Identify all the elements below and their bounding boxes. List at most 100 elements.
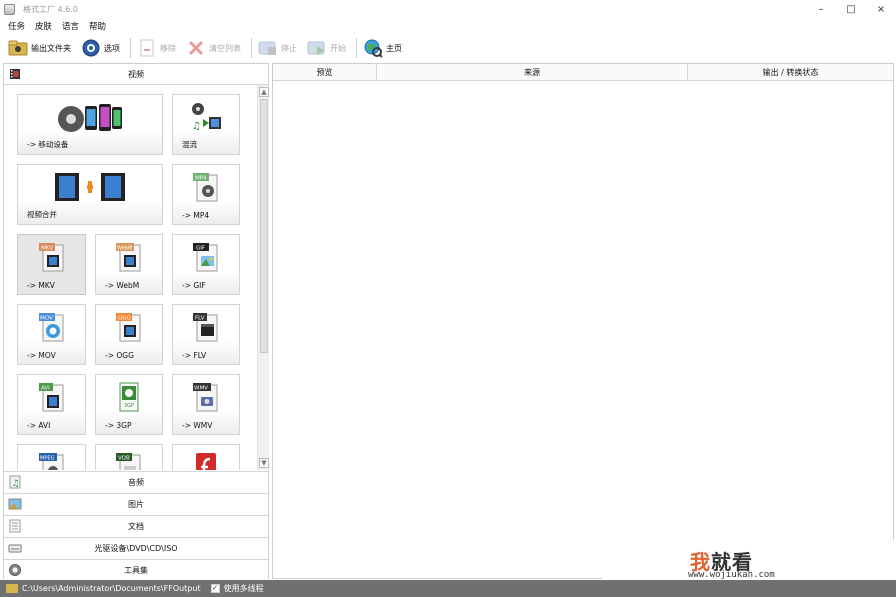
stop-button[interactable]: 停止	[258, 36, 297, 60]
svg-text:MOV: MOV	[40, 316, 53, 322]
category-panel: 视频 -> 移动设备 ♫ 混流 视频合并 MP4 -> MP4 MKV -> M…	[3, 63, 269, 581]
menu-language[interactable]: 语言	[62, 20, 79, 32]
tile-flv[interactable]: FLV -> FLV	[172, 304, 240, 365]
column-preview[interactable]: 预览	[273, 64, 377, 80]
flv-file-icon: FLV	[193, 313, 218, 342]
tile-video-join[interactable]: 视频合并	[17, 164, 163, 225]
toolbar-separator	[130, 38, 131, 58]
category-tools[interactable]: 工具集	[4, 559, 268, 581]
picture-icon	[8, 497, 22, 511]
tile-mobile-device[interactable]: -> 移动设备	[17, 94, 163, 155]
svg-text:VOB: VOB	[118, 456, 130, 462]
remove-icon	[137, 38, 157, 58]
output-folder-button[interactable]: 输出文件夹	[8, 36, 71, 60]
svg-text:WebM: WebM	[117, 246, 132, 252]
tile-mux[interactable]: ♫ 混流	[172, 94, 240, 155]
multithread-checkbox[interactable]: ✓	[210, 584, 220, 593]
tile-vob[interactable]: VOB	[95, 444, 163, 470]
tile-scrollbar[interactable]: ▲ ▼	[257, 85, 269, 470]
tile-label: -> OGG	[105, 351, 134, 360]
task-list: 预览 来源 输出 / 转换状态	[272, 63, 894, 579]
gif-file-icon: GIF	[193, 243, 218, 272]
3gp-file-icon: 3GP	[119, 382, 139, 412]
mkv-file-icon: MKV	[38, 243, 63, 272]
maximize-button[interactable]: □	[836, 0, 866, 18]
mux-icon: ♫	[192, 103, 221, 132]
scroll-thumb[interactable]	[260, 99, 268, 353]
video-join-icon	[55, 173, 125, 201]
tile-swf[interactable]	[172, 444, 240, 470]
tile-label: -> GIF	[182, 281, 206, 290]
minimize-button[interactable]: –	[806, 0, 836, 18]
start-button[interactable]: 开始	[307, 36, 346, 60]
menu-skin[interactable]: 皮肤	[35, 20, 52, 32]
tile-mpeg[interactable]: MPEG	[17, 444, 86, 470]
window-title: 格式工厂 4.6.0	[23, 4, 78, 14]
start-icon	[307, 38, 327, 58]
tile-ogg[interactable]: OGG -> OGG	[95, 304, 163, 365]
folder-icon[interactable]	[6, 584, 18, 593]
home-globe-icon	[363, 38, 383, 58]
multithread-label: 使用多线程	[223, 584, 264, 593]
clear-list-button[interactable]: 清空列表	[186, 36, 241, 60]
options-icon	[81, 38, 101, 58]
category-picture[interactable]: 图片	[4, 493, 268, 515]
output-path[interactable]: C:\Users\Administrator\Documents\FFOutpu…	[22, 584, 201, 593]
menu-task[interactable]: 任务	[8, 20, 25, 32]
category-rom-device[interactable]: 光驱设备\DVD\CD\ISO	[4, 537, 268, 559]
tile-label: -> WebM	[105, 281, 140, 290]
app-icon	[4, 3, 15, 15]
scroll-up-icon[interactable]: ▲	[259, 87, 269, 97]
category-document[interactable]: 文档	[4, 515, 268, 537]
tile-label: -> 移动设备	[27, 140, 69, 149]
svg-text:MPEG: MPEG	[40, 456, 54, 462]
folder-icon	[8, 38, 28, 58]
menu-bar: 任务 皮肤 语言 帮助	[0, 18, 116, 33]
svg-text:3GP: 3GP	[124, 403, 134, 409]
tile-label: -> 3GP	[105, 421, 132, 430]
column-output-status[interactable]: 输出 / 转换状态	[688, 64, 893, 80]
svg-text:GIF: GIF	[196, 246, 205, 252]
toolbar-separator	[251, 38, 252, 58]
mobile-device-icon	[58, 104, 122, 132]
scroll-down-icon[interactable]: ▼	[259, 458, 269, 468]
tile-label: -> MOV	[27, 351, 56, 360]
mp4-file-icon: MP4	[193, 173, 218, 202]
bottom-categories: ♫ 音频 图片 文档 光驱设备\DVD\CD\ISO 工具集	[4, 471, 268, 581]
tools-gear-icon	[8, 563, 22, 577]
svg-text:OGG: OGG	[118, 316, 131, 322]
svg-text:AVI: AVI	[41, 386, 50, 392]
svg-text:WMV: WMV	[194, 386, 208, 392]
tile-label: 混流	[182, 140, 197, 149]
tile-webm[interactable]: WebM -> WebM	[95, 234, 163, 295]
tile-label: -> WMV	[182, 421, 213, 430]
tile-mov[interactable]: MOV -> MOV	[17, 304, 86, 365]
title-bar: 格式工厂 4.6.0 – □ ×	[0, 0, 896, 18]
video-tile-grid: -> 移动设备 ♫ 混流 视频合并 MP4 -> MP4 MKV -> MKV …	[4, 85, 256, 470]
home-button[interactable]: 主页	[363, 36, 402, 60]
category-audio[interactable]: ♫ 音频	[4, 471, 268, 493]
tile-gif[interactable]: GIF -> GIF	[172, 234, 240, 295]
tile-mp4[interactable]: MP4 -> MP4	[172, 164, 240, 225]
ogg-file-icon: OGG	[116, 313, 141, 342]
music-note-icon: ♫	[8, 475, 22, 489]
svg-text:♫: ♫	[12, 479, 20, 489]
tile-label: 视频合并	[27, 210, 57, 219]
tile-3gp[interactable]: 3GP -> 3GP	[95, 374, 163, 435]
document-icon	[8, 519, 22, 533]
vob-file-icon: VOB	[116, 453, 141, 470]
remove-button[interactable]: 移除	[137, 36, 176, 60]
category-video[interactable]: 视频	[4, 64, 268, 85]
svg-text:MKV: MKV	[41, 246, 53, 252]
tile-avi[interactable]: AVI -> AVI	[17, 374, 86, 435]
tile-wmv[interactable]: WMV -> WMV	[172, 374, 240, 435]
close-button[interactable]: ×	[866, 0, 896, 18]
watermark-url: www.wojiukan.com	[688, 570, 775, 580]
options-button[interactable]: 选项	[81, 36, 120, 60]
flash-file-icon	[196, 453, 216, 470]
column-source[interactable]: 来源	[377, 64, 688, 80]
tile-mkv[interactable]: MKV -> MKV	[17, 234, 86, 295]
menu-help[interactable]: 帮助	[89, 20, 106, 32]
mov-file-icon: MOV	[38, 313, 63, 342]
tile-label: -> MKV	[27, 281, 55, 290]
